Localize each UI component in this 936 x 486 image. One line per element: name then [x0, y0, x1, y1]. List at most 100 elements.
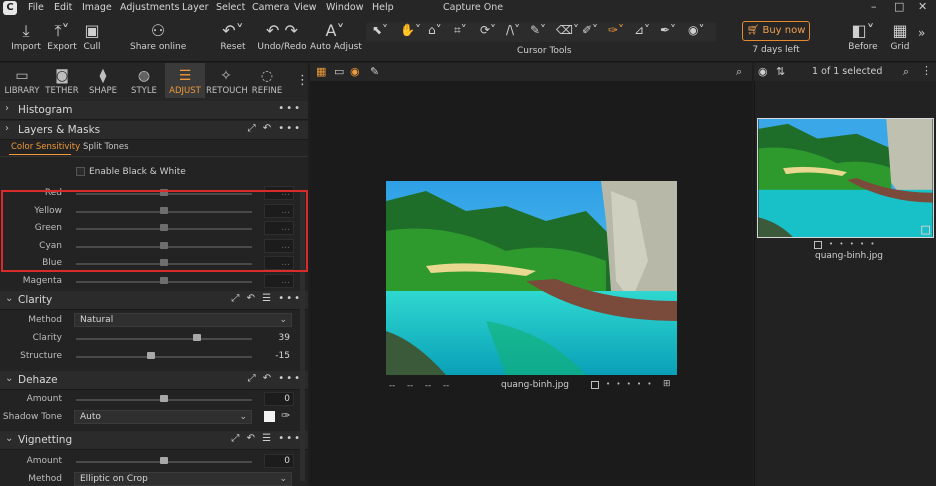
brush-cursor-icon[interactable]: ✎˅ — [530, 23, 546, 37]
color-tag-icon[interactable]: ⊞ — [663, 379, 671, 389]
menu-file[interactable]: File — [28, 2, 44, 13]
menu-window[interactable]: Window — [326, 2, 363, 13]
clarity-header[interactable]: ⌄ Clarity ⤢ ↶ ☰ ••• — [0, 291, 308, 310]
reset-button[interactable]: ↶˅ Reset — [218, 20, 248, 52]
structure-value[interactable]: -15 — [264, 349, 294, 363]
menu-select[interactable]: Select — [216, 2, 245, 13]
share-online-button[interactable]: ⚇ Share online — [130, 20, 186, 52]
dehaze-amount-knob[interactable] — [160, 395, 168, 402]
section-tools[interactable]: ⤢ ↶ ☰ ••• — [231, 433, 302, 444]
tab-shape[interactable]: ⧫ SHAPE — [83, 66, 123, 96]
undo-redo-button[interactable]: ↶ ↷ Undo/Redo — [256, 20, 308, 52]
section-tools[interactable]: ⤢ ↶ ••• — [248, 373, 302, 384]
bw-row-knob[interactable] — [160, 277, 168, 284]
pan-cursor-icon[interactable]: ✋˅ — [400, 23, 421, 37]
more-tools-icon[interactable]: » — [918, 26, 925, 40]
shadow-tone-dropdown[interactable]: Auto ⌄ — [74, 410, 252, 424]
keystone-cursor-icon[interactable]: /\˅ — [506, 23, 520, 37]
chevron-right-icon: › — [5, 123, 9, 134]
color-editor-cursor-icon[interactable]: ◉˅ — [688, 23, 704, 37]
menu-camera[interactable]: Camera — [252, 2, 289, 13]
multi-view-icon[interactable]: ▦ — [316, 65, 326, 78]
menu-view[interactable]: View — [294, 2, 317, 13]
before-button[interactable]: ◧˅ Before — [846, 20, 880, 52]
enable-bw-checkbox[interactable] — [76, 167, 85, 176]
dehaze-amount-value[interactable]: 0 — [264, 392, 294, 406]
menu-help[interactable]: Help — [372, 2, 394, 13]
eraser-cursor-icon[interactable]: ⌫˅ — [556, 23, 579, 37]
tab-tether[interactable]: ◙ TETHER — [42, 66, 82, 96]
cull-button[interactable]: ▣ Cull — [78, 20, 106, 52]
clarity-value[interactable]: 39 — [264, 331, 294, 345]
clarity-method-dropdown[interactable]: Natural ⌄ — [74, 313, 292, 327]
vignetting-amount-value[interactable]: 0 — [264, 454, 294, 468]
pen-icon[interactable]: ✎ — [370, 65, 379, 78]
histogram-header[interactable]: › Histogram ••• — [0, 101, 308, 120]
thumb-select-checkbox[interactable] — [814, 241, 822, 249]
tab-split-tones[interactable]: Split Tones — [83, 142, 129, 152]
meta-2: -- — [407, 381, 414, 391]
export-button[interactable]: ⤒˅ Export — [44, 20, 80, 52]
layers-masks-header[interactable]: › Layers & Masks ⤢ ↶ ••• — [0, 121, 308, 140]
auto-adjust-button[interactable]: A˅ Auto Adjust — [310, 20, 362, 52]
close-icon[interactable]: ✕ — [918, 0, 927, 13]
import-button[interactable]: ⤓ Import — [8, 20, 44, 52]
heal-cursor-icon[interactable]: ✐˅ — [582, 23, 598, 37]
structure-slider[interactable] — [76, 356, 252, 358]
maximize-icon[interactable]: □ — [894, 0, 904, 13]
thumbnail-quang-binh[interactable] — [757, 118, 934, 238]
browser-search-icon[interactable]: ⌕ — [903, 65, 909, 79]
select-cursor-icon[interactable]: ⬉˅ — [372, 23, 388, 37]
thumb-rating-dots[interactable]: • • • • • — [829, 240, 877, 248]
tab-library[interactable]: ▭ LIBRARY — [2, 66, 42, 96]
buy-now-button[interactable]: 🛒︎ Buy now — [742, 21, 810, 41]
clarity-highlight-box — [1, 190, 308, 272]
viewer-select-checkbox[interactable] — [591, 381, 599, 389]
picker-cursor-icon[interactable]: ✑˅ — [608, 23, 624, 37]
vignetting-method-dropdown[interactable]: Elliptic on Crop ⌄ — [74, 472, 292, 486]
annotate-cursor-icon[interactable]: ✒˅ — [660, 23, 676, 37]
menu-adjustments[interactable]: Adjustments — [120, 2, 180, 13]
tab-retouch[interactable]: ✧ RETOUCH — [206, 66, 248, 96]
menu-layer[interactable]: Layer — [182, 2, 209, 13]
clarity-slider[interactable] — [76, 338, 252, 340]
tool-tabs-more-icon[interactable]: ⋮ — [296, 73, 309, 88]
main-photo[interactable] — [386, 181, 677, 375]
bw-subtabs: Color Sensitivity Split Tones — [0, 141, 308, 155]
menu-image[interactable]: Image — [82, 2, 112, 13]
chevron-down-icon: ⌄ — [5, 373, 14, 384]
chevron-down-icon: ⌄ — [5, 433, 14, 444]
crop-cursor-icon[interactable]: ⌗˅ — [454, 23, 467, 38]
menu-edit[interactable]: Edit — [54, 2, 72, 13]
main-toolbar: ⤓ Import ⤒˅ Export ▣ Cull ⚇ Share online… — [0, 16, 936, 62]
section-tools[interactable]: ⤢ ↶ ☰ ••• — [231, 293, 302, 304]
tab-color-sensitivity[interactable]: Color Sensitivity — [11, 142, 80, 152]
bw-row-value[interactable]: ... — [264, 274, 294, 288]
vignetting-amount-knob[interactable] — [160, 457, 168, 464]
rotate-cursor-icon[interactable]: ⟳˅ — [480, 23, 496, 37]
more-icon[interactable]: ••• — [278, 103, 302, 114]
cull-icon: ▣ — [84, 21, 100, 40]
white-balance-cursor-icon[interactable]: ⊿˅ — [634, 23, 650, 37]
section-tools[interactable]: ⤢ ↶ ••• — [248, 123, 302, 134]
tab-refine[interactable]: ◌ REFINE — [247, 66, 287, 96]
clarity-slider-knob[interactable] — [193, 334, 201, 341]
minimize-icon[interactable]: – — [871, 0, 877, 13]
single-view-icon[interactable]: ▭ — [334, 65, 344, 78]
eye-icon[interactable]: ◉ — [758, 65, 768, 78]
structure-label: Structure — [20, 351, 62, 361]
eyedropper-icon[interactable]: ✑ — [281, 409, 290, 422]
structure-slider-knob[interactable] — [147, 352, 155, 359]
loupe-cursor-icon[interactable]: ⌂˅ — [428, 23, 442, 37]
browser-more-icon[interactable]: ⋮ — [921, 64, 932, 77]
tab-style[interactable]: ◍ STYLE — [124, 66, 164, 96]
proof-view-icon[interactable]: ◉ — [350, 65, 360, 78]
dehaze-header[interactable]: ⌄ Dehaze ⤢ ↶ ••• — [0, 371, 308, 390]
shadow-tone-color-swatch[interactable] — [264, 411, 275, 422]
grid-button[interactable]: ▦ Grid — [886, 20, 914, 52]
search-icon[interactable]: ⌕ — [736, 65, 742, 79]
viewer-rating-dots[interactable]: • • • • • — [606, 380, 654, 388]
sort-icon[interactable]: ⇅ — [776, 65, 785, 78]
vignetting-header[interactable]: ⌄ Vignetting ⤢ ↶ ☰ ••• — [0, 431, 308, 450]
tab-adjust[interactable]: ☰ ADJUST — [165, 63, 205, 98]
